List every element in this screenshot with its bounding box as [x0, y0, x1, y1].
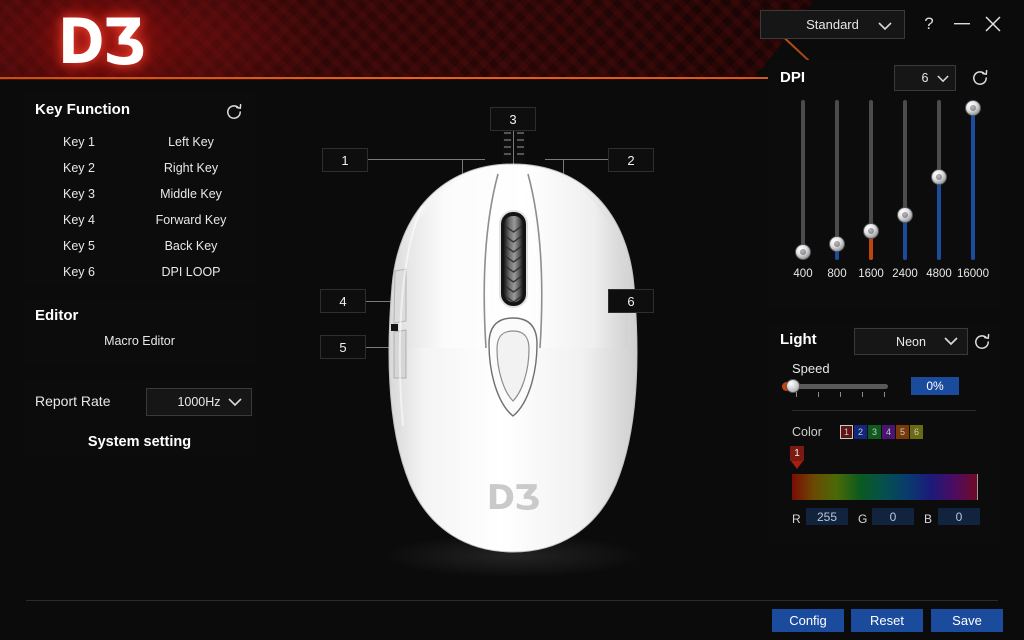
close-button[interactable]: [979, 10, 1007, 38]
report-rate-value: 1000Hz: [177, 395, 221, 409]
dpi-slider-knob[interactable]: [931, 169, 947, 185]
reset-button[interactable]: Reset: [851, 609, 923, 632]
key-label: Key 2: [63, 161, 95, 175]
key-label: Key 1: [63, 135, 95, 149]
config-button[interactable]: Config: [772, 609, 844, 632]
refresh-icon[interactable]: [224, 102, 244, 122]
editor-title: Editor: [35, 307, 79, 324]
light-mode-value: Neon: [896, 334, 926, 349]
speed-slider-knob[interactable]: [786, 379, 800, 393]
footer-divider: [26, 600, 998, 601]
editor-panel: Editor Macro Editor: [23, 298, 256, 366]
key-value: Right Key: [163, 161, 219, 175]
mouse-diagram: DƷ 1 2 3 4 5 6: [270, 86, 760, 586]
key-row-6[interactable]: Key 6 DPI LOOP: [23, 259, 256, 285]
key-label: Key 3: [63, 187, 95, 201]
callout-5[interactable]: 5: [320, 335, 366, 359]
color-swatch-2[interactable]: 2: [854, 425, 867, 439]
rgb-g-field[interactable]: 0: [872, 508, 914, 525]
dpi-stage-select[interactable]: 6: [894, 65, 956, 91]
key-function-panel: Key Function Key 1 Left Key Key 2 Right Ke…: [23, 92, 256, 286]
color-swatch-5[interactable]: 5: [896, 425, 909, 439]
report-rate-label: Report Rate: [35, 393, 111, 409]
chevron-down-icon: [878, 19, 892, 34]
system-setting-panel: System setting: [23, 428, 256, 456]
rgb-g-label: G: [858, 512, 868, 526]
light-panel: Light Neon Speed 0% Color 1 2 3 4 5 6 1 …: [768, 322, 1000, 544]
key-label: Key 5: [63, 239, 95, 253]
key-value: Forward Key: [155, 213, 227, 227]
save-button[interactable]: Save: [931, 609, 1003, 632]
light-mode-select[interactable]: Neon: [854, 328, 968, 355]
dpi-stage-value: 6: [921, 71, 929, 85]
report-rate-panel: Report Rate 1000Hz: [23, 380, 256, 426]
key-label: Key 6: [63, 265, 95, 279]
speed-tick: [862, 392, 863, 397]
color-label: Color: [792, 425, 822, 439]
callout-6[interactable]: 6: [608, 289, 654, 313]
profile-select-value: Standard: [806, 17, 859, 32]
speed-tick: [818, 392, 819, 397]
dpi-slider-knob[interactable]: [863, 223, 879, 239]
chevron-down-icon: [228, 396, 242, 410]
key-row-4[interactable]: Key 4 Forward Key: [23, 207, 256, 233]
header-accent-rule: [0, 77, 770, 79]
color-swatch-6[interactable]: 6: [910, 425, 923, 439]
dpi-slider-knob[interactable]: [829, 236, 845, 252]
chevron-down-icon: [944, 335, 958, 349]
key-function-title: Key Function: [35, 101, 131, 118]
hue-marker[interactable]: 1: [790, 446, 804, 469]
rgb-b-label: B: [924, 512, 933, 526]
dpi-panel: DPI 6 400 800 1600 2400 4800 16000: [768, 60, 1000, 310]
brand-logo: DƷ: [58, 6, 146, 79]
help-button[interactable]: ?: [915, 10, 943, 38]
key-value: Middle Key: [160, 187, 222, 201]
callout-1[interactable]: 1: [322, 148, 368, 172]
chevron-down-icon: [937, 72, 949, 86]
profile-select[interactable]: Standard: [760, 10, 905, 39]
minimize-button[interactable]: [948, 10, 976, 38]
speed-tick: [796, 392, 797, 397]
svg-text:DƷ: DƷ: [487, 478, 540, 518]
refresh-icon[interactable]: [970, 68, 990, 88]
hue-gradient-bar[interactable]: [792, 474, 978, 500]
dpi-slider-knob[interactable]: [965, 100, 981, 116]
light-title: Light: [780, 331, 817, 348]
key-value: DPI LOOP: [161, 265, 221, 279]
callout-3[interactable]: 3: [490, 107, 536, 131]
dpi-slider-track[interactable]: [801, 100, 805, 260]
key-value: Left Key: [168, 135, 214, 149]
callout-2[interactable]: 2: [608, 148, 654, 172]
dpi-slider-knob[interactable]: [897, 207, 913, 223]
light-divider: [792, 410, 976, 411]
key-row-3[interactable]: Key 3 Middle Key: [23, 181, 256, 207]
speed-value-badge: 0%: [911, 377, 959, 395]
key-label: Key 4: [63, 213, 95, 227]
key-row-5[interactable]: Key 5 Back Key: [23, 233, 256, 259]
rgb-b-field[interactable]: 0: [938, 508, 980, 525]
dpi-slider-fill: [971, 108, 975, 260]
key-value: Back Key: [164, 239, 218, 253]
system-setting-button[interactable]: System setting: [23, 428, 256, 456]
speed-slider-track[interactable]: [792, 384, 888, 389]
color-swatch-1[interactable]: 1: [840, 425, 853, 439]
color-swatch-4[interactable]: 4: [882, 425, 895, 439]
macro-editor-item[interactable]: Macro Editor: [23, 334, 256, 348]
dpi-slider-knob[interactable]: [795, 244, 811, 260]
rgb-r-label: R: [792, 512, 801, 526]
callout-4[interactable]: 4: [320, 289, 366, 313]
rgb-r-field[interactable]: 255: [806, 508, 848, 525]
speed-label: Speed: [792, 361, 830, 376]
speed-tick: [884, 392, 885, 397]
key-row-2[interactable]: Key 2 Right Key: [23, 155, 256, 181]
refresh-icon[interactable]: [972, 332, 992, 352]
dpi-title: DPI: [780, 69, 806, 86]
key-row-1[interactable]: Key 1 Left Key: [23, 129, 256, 155]
speed-tick: [840, 392, 841, 397]
color-swatch-3[interactable]: 3: [868, 425, 881, 439]
report-rate-select[interactable]: 1000Hz: [146, 388, 252, 416]
dpi-slider-fill: [937, 177, 941, 260]
dpi-slider-label: 16000: [957, 268, 989, 280]
app-window: DƷ Standard ? Key Function Key 1 Left Key…: [0, 0, 1024, 640]
